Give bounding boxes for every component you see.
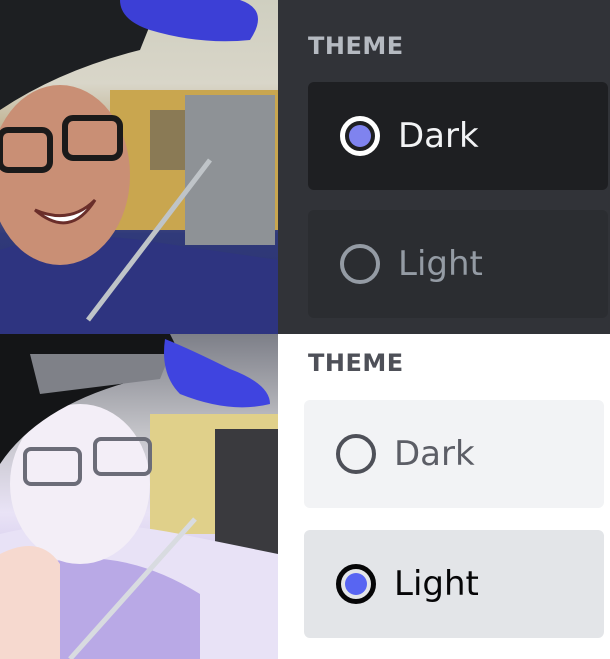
theme-option-dark[interactable]: Dark [308, 82, 608, 190]
theme-option-label: Light [398, 244, 483, 284]
theme-heading: THEME [308, 32, 404, 60]
welder-illustration-top [0, 0, 278, 334]
theme-option-label: Light [394, 564, 479, 604]
welder-photo-bottom [0, 334, 278, 659]
theme-panel-dark-mode: THEME Dark Light [278, 0, 610, 334]
radio-dot [349, 125, 371, 147]
welder-illustration-bottom [0, 334, 278, 659]
radio-selected-icon[interactable] [336, 564, 376, 604]
radio-dot [345, 573, 367, 595]
theme-panel-light-mode: THEME Dark Light [278, 334, 610, 659]
theme-heading: THEME [308, 349, 404, 377]
theme-option-light[interactable]: Light [308, 210, 608, 318]
theme-option-light[interactable]: Light [304, 530, 604, 638]
welder-photo-top [0, 0, 278, 334]
radio-unselected-icon[interactable] [336, 434, 376, 474]
radio-unselected-icon[interactable] [340, 244, 380, 284]
radio-selected-icon[interactable] [340, 116, 380, 156]
theme-option-label: Dark [398, 116, 479, 156]
theme-option-label: Dark [394, 434, 475, 474]
theme-option-dark[interactable]: Dark [304, 400, 604, 508]
